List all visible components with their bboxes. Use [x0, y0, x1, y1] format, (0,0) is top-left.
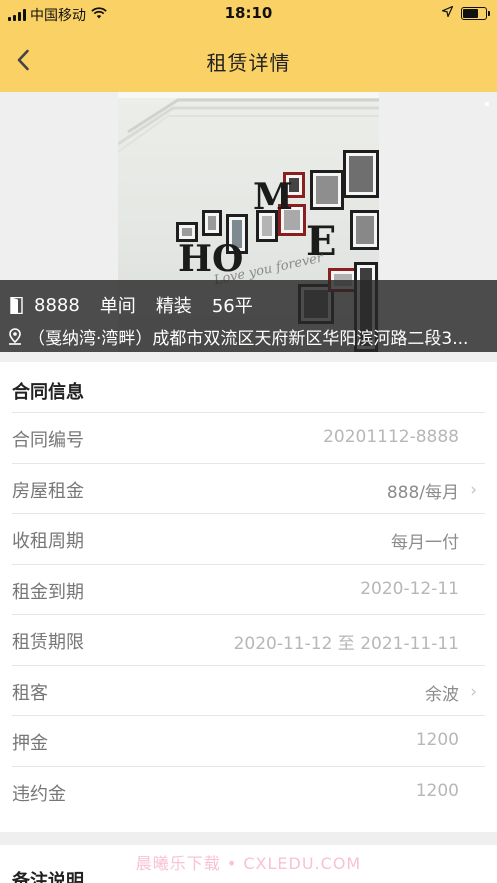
status-bar: 中国移动 18:10 [0, 0, 497, 28]
room-type: 单间 [99, 296, 136, 317]
contract-row-value: 2020-11-12 至 2021-11-11 [233, 634, 459, 654]
contract-row-label: 租金到期 [12, 581, 84, 603]
battery-icon [461, 6, 490, 20]
contract-row-label: 租客 [12, 682, 48, 704]
photo-frame [350, 210, 379, 250]
contract-row: 违约金 1200 [12, 765, 485, 817]
wall-letter-m: M [253, 176, 293, 218]
photo-frame [202, 210, 222, 236]
contract-row: 租金到期 2020-12-11 [12, 563, 485, 615]
door-icon [10, 296, 23, 314]
contract-row-label: 租赁期限 [12, 632, 84, 653]
photo-frame [343, 150, 379, 198]
room-summary: 8888 单间 精装 56平 [10, 292, 273, 318]
contract-row[interactable]: 房屋租金 888/每月 › [12, 462, 485, 514]
contract-row-label: 收租周期 [12, 531, 84, 552]
carousel-indicator [485, 102, 489, 106]
room-decoration: 精装 [155, 296, 192, 317]
contract-row: 租赁期限 2020-11-12 至 2021-11-11 [12, 614, 485, 665]
contract-row-label: 房屋租金 [12, 480, 84, 502]
contract-info-card: 合同信息 合同编号 20201112-8888 房屋租金 888/每月 › 收租周期 每月一… [0, 362, 497, 832]
room-info-overlay: 8888 单间 精装 56平 （戛纳湾·湾畔）成都市双流区天府新区华阳滨河路二段… [0, 280, 497, 352]
status-right [440, 5, 490, 20]
page-title: 租赁详情 [206, 51, 291, 75]
location-arrow-icon [440, 5, 454, 20]
location-pin-icon [9, 328, 21, 345]
contract-row-value: 每月一付 [391, 533, 459, 553]
ceiling-decoration [118, 92, 379, 152]
status-time: 18:10 [224, 4, 273, 22]
contract-row-value: 20201112-8888 [323, 427, 459, 447]
contract-row-value: 888/每月 [386, 482, 459, 503]
room-address-row: （戛纳湾·湾畔）成都市双流区天府新区华阳滨河路二段3... [8, 324, 492, 349]
chevron-right-icon: › [470, 681, 477, 702]
contract-info-title: 合同信息 [12, 382, 84, 403]
watermark: 晨曦乐下载 • CXLEDU.COM [135, 854, 362, 873]
contract-row-value: 1200 [415, 780, 459, 801]
navbar: 租赁详情 [0, 28, 497, 92]
contract-row-label: 违约金 [12, 783, 66, 805]
contract-row: 押金 1200 [12, 715, 485, 766]
contract-row[interactable]: 租客 余波 › [12, 664, 485, 716]
contract-row-value: 1200 [415, 730, 459, 750]
contract-row-label: 合同编号 [12, 430, 84, 451]
battery-level [463, 8, 479, 18]
contract-row-value: 2020-12-11 [360, 578, 459, 599]
contract-row-value: 余波 [425, 684, 459, 705]
room-address: （戛纳湾·湾畔）成都市双流区天府新区华阳滨河路二段3... [28, 329, 469, 349]
contract-row-label: 押金 [12, 733, 48, 754]
chevron-right-icon: › [470, 479, 477, 500]
contract-row: 合同编号 20201112-8888 [12, 412, 485, 463]
room-number: 8888 [34, 294, 80, 316]
contract-row: 收租周期 每月一付 [12, 513, 485, 564]
contract-info-list: 合同编号 20201112-8888 房屋租金 888/每月 › 收租周期 每月一付租金到期… [12, 412, 485, 816]
photo-frame [310, 170, 344, 210]
room-area: 56平 [211, 296, 253, 317]
